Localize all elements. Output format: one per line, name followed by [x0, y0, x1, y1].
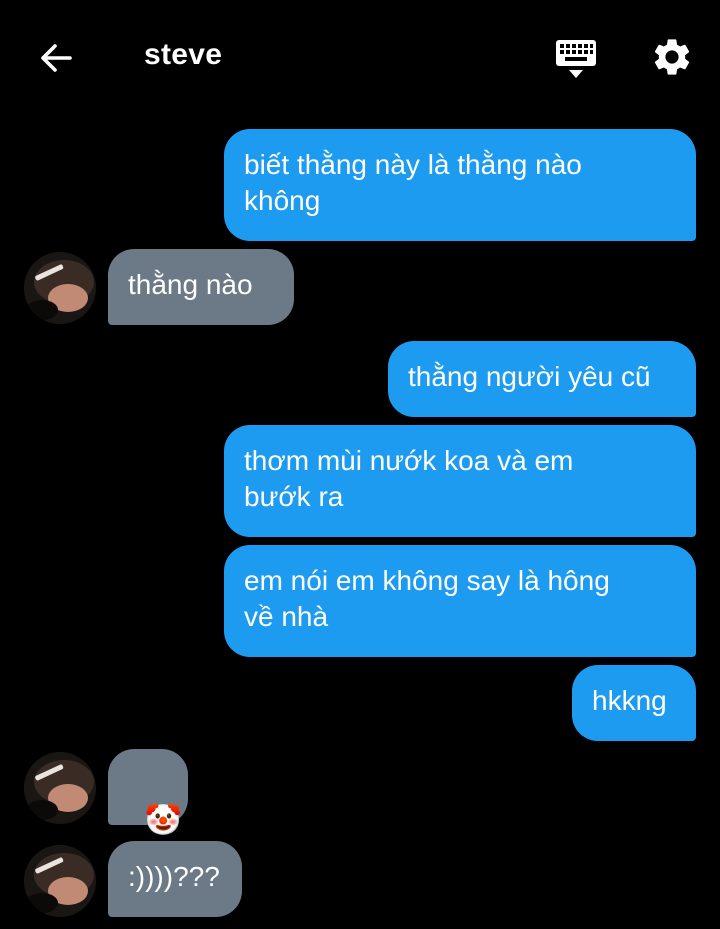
- message-received[interactable]: thằng nào: [108, 249, 294, 325]
- message-sent[interactable]: thơm mùi nướk koa và em bướk ra: [224, 425, 696, 537]
- message-sent[interactable]: thằng người yêu cũ: [388, 341, 696, 417]
- keyboard-icon: [556, 40, 596, 78]
- settings-button[interactable]: [649, 34, 695, 80]
- chat-screen: steve biết thằng này là thằng nào không …: [0, 0, 720, 929]
- keyboard-button[interactable]: [553, 36, 599, 82]
- contact-avatar[interactable]: [24, 845, 96, 917]
- avatar-photo: [24, 752, 96, 824]
- message-sent[interactable]: em nói em không say là hông về nhà: [224, 545, 696, 657]
- gear-icon: [654, 39, 690, 75]
- chat-header: steve: [0, 0, 720, 116]
- message-sent[interactable]: biết thằng này là thằng nào không: [224, 129, 696, 241]
- back-button[interactable]: [34, 36, 78, 80]
- contact-avatar[interactable]: [24, 252, 96, 324]
- message-received[interactable]: 🤡: [108, 749, 188, 837]
- contact-avatar[interactable]: [24, 752, 96, 824]
- conversation-title: steve: [144, 38, 223, 71]
- message-received[interactable]: :))))???: [108, 841, 242, 917]
- message-sent[interactable]: hkkng: [572, 665, 696, 741]
- avatar-photo: [24, 845, 96, 917]
- clown-emoji: 🤡: [144, 804, 183, 837]
- avatar-photo: [24, 252, 96, 324]
- arrow-left-icon: [41, 44, 72, 72]
